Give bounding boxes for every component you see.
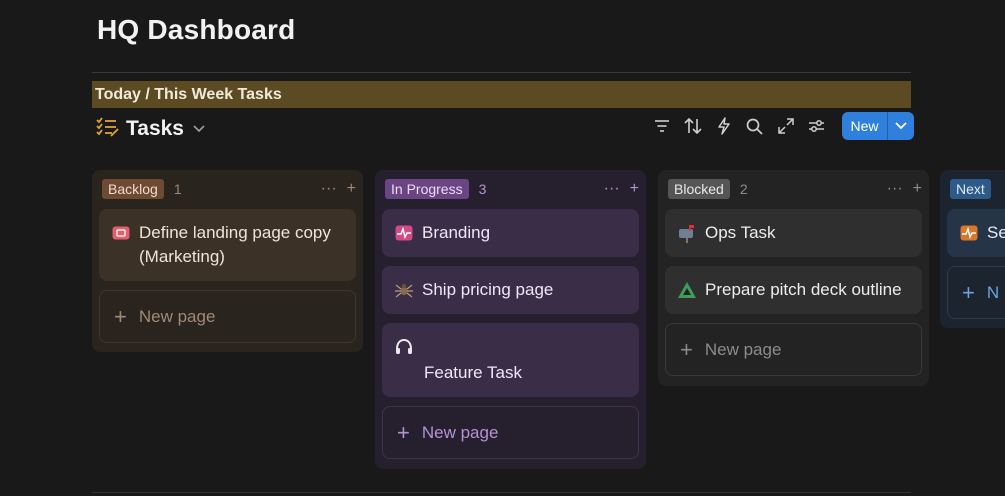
- plus-icon: +: [962, 279, 975, 305]
- plus-icon: +: [114, 303, 127, 329]
- card-title: Prepare pitch deck outline: [705, 280, 902, 299]
- card-title: Feature Task: [424, 363, 522, 382]
- more-options-icon[interactable]: ···: [321, 181, 337, 197]
- status-badge[interactable]: Next: [950, 179, 991, 199]
- database-toolbar: New: [646, 112, 914, 140]
- divider: [92, 492, 911, 493]
- plus-icon: +: [680, 336, 693, 362]
- status-badge[interactable]: Backlog: [102, 179, 164, 199]
- card-title: Define landing page copy (Marketing): [139, 223, 331, 266]
- column-count: 1: [173, 181, 182, 197]
- column-count: 3: [478, 181, 487, 197]
- board-column-in-progress: In Progress 3 ··· + Branding Ship pricin…: [375, 170, 646, 469]
- add-icon[interactable]: +: [347, 181, 356, 197]
- callout-banner: Today / This Week Tasks: [92, 81, 911, 108]
- new-page-button[interactable]: + New page: [99, 290, 356, 343]
- spider-icon: [394, 278, 414, 302]
- status-badge[interactable]: In Progress: [385, 179, 469, 199]
- more-options-icon[interactable]: ···: [887, 181, 903, 197]
- page: HQ Dashboard Today / This Week Tasks Tas…: [0, 0, 1005, 496]
- card-title: Ops Task: [705, 223, 776, 242]
- new-page-button[interactable]: + New page: [665, 323, 922, 376]
- new-page-label: New page: [704, 339, 782, 359]
- divider: [92, 72, 911, 73]
- search-icon[interactable]: [739, 112, 770, 140]
- plus-icon: +: [397, 419, 410, 445]
- board-card[interactable]: Se: [947, 209, 1005, 257]
- more-options-icon[interactable]: ···: [604, 181, 620, 197]
- card-title: Se: [987, 223, 1005, 242]
- board-card[interactable]: Feature Task: [382, 323, 639, 397]
- ticket-icon: [111, 221, 131, 245]
- new-page-label: New page: [421, 422, 499, 442]
- triangle-warning-icon: [677, 278, 697, 302]
- card-title: Branding: [422, 223, 491, 242]
- settings-sliders-icon[interactable]: [801, 112, 832, 140]
- new-page-label: New page: [138, 306, 216, 326]
- page-title: HQ Dashboard: [97, 14, 296, 45]
- new-page-label: N: [986, 282, 1000, 302]
- board-column-backlog: Backlog 1 ··· + Define landing page copy…: [92, 170, 363, 352]
- status-badge[interactable]: Blocked: [668, 179, 730, 199]
- database-title[interactable]: Tasks: [126, 117, 184, 141]
- board-card[interactable]: Ops Task: [665, 209, 922, 257]
- add-icon[interactable]: +: [630, 181, 639, 197]
- automation-bolt-icon[interactable]: [708, 112, 739, 140]
- chevron-down-icon[interactable]: [887, 112, 914, 140]
- new-page-button[interactable]: + New page: [382, 406, 639, 459]
- add-icon[interactable]: +: [913, 181, 922, 197]
- sort-icon[interactable]: [677, 112, 708, 140]
- column-header: In Progress 3 ··· +: [382, 178, 639, 200]
- card-title: Ship pricing page: [422, 280, 554, 299]
- column-header: Backlog 1 ··· +: [99, 178, 356, 200]
- chevron-down-icon[interactable]: [190, 120, 208, 138]
- headphones-icon: [394, 335, 414, 359]
- board-column-next: Next Se + N: [940, 170, 1005, 328]
- tasks-checklist-icon: [96, 116, 120, 142]
- new-page-button[interactable]: + N: [947, 266, 1005, 319]
- new-button[interactable]: New: [842, 112, 914, 140]
- mailbox-icon: [677, 221, 697, 245]
- database-header[interactable]: Tasks: [96, 113, 208, 145]
- callout-text: Today / This Week Tasks: [95, 85, 282, 103]
- column-header: Blocked 2 ··· +: [665, 178, 922, 200]
- board-column-blocked: Blocked 2 ··· + Ops Task Prepare pitch d…: [658, 170, 929, 386]
- new-button-label[interactable]: New: [842, 112, 887, 140]
- board-card[interactable]: Ship pricing page: [382, 266, 639, 314]
- column-header: Next: [947, 178, 1005, 200]
- expand-icon[interactable]: [770, 112, 801, 140]
- board-card[interactable]: Branding: [382, 209, 639, 257]
- activity-pulse-icon: [394, 221, 414, 245]
- column-count: 2: [739, 181, 748, 197]
- activity-pulse-icon: [959, 221, 979, 245]
- board-card[interactable]: Define landing page copy (Marketing): [99, 209, 356, 281]
- filter-icon[interactable]: [646, 112, 677, 140]
- board-card[interactable]: Prepare pitch deck outline: [665, 266, 922, 314]
